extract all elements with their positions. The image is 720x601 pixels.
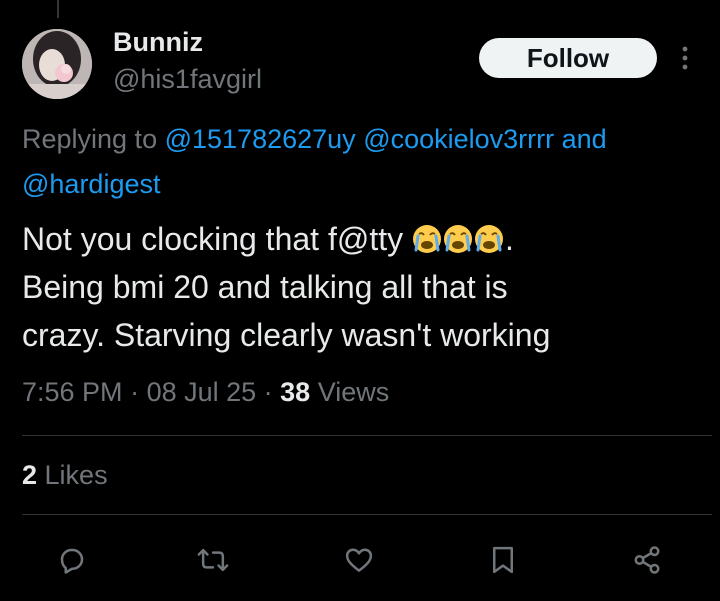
emoji-crying-icon (412, 219, 442, 253)
emoji-crying-icon (474, 219, 504, 253)
like-icon (345, 548, 373, 572)
tweet-text: Not you clocking that f@tty . Being bmi … (22, 215, 712, 359)
likes-label: Likes (37, 460, 108, 490)
share-button[interactable] (627, 540, 667, 580)
author-display-name[interactable]: Bunniz (113, 27, 203, 58)
divider (22, 514, 712, 515)
like-button[interactable] (339, 540, 379, 580)
retweet-button[interactable] (193, 540, 233, 580)
mention-link[interactable]: @151782627uy (165, 124, 356, 154)
mention-link[interactable]: @cookielov3rrrr (363, 124, 554, 154)
reply-context: Replying to @151782627uy @cookielov3rrrr… (22, 117, 712, 207)
thread-connector-line (57, 0, 59, 18)
mention-link[interactable]: @hardigest (22, 169, 160, 199)
more-options-button[interactable] (673, 42, 697, 74)
views-count: 38 (280, 377, 311, 407)
emoji-crying-icon (443, 219, 473, 253)
more-vertical-icon (682, 46, 688, 70)
tweet-text-line: Being bmi 20 and talking all that is (22, 269, 508, 305)
avatar[interactable] (22, 29, 92, 99)
author-handle[interactable]: @his1favgirl (113, 64, 262, 95)
divider (22, 435, 712, 436)
bookmark-icon (493, 546, 513, 574)
bookmark-button[interactable] (483, 540, 523, 580)
meta-separator: · (122, 377, 147, 407)
tweet-metadata: 7:56 PM · 08 Jul 25 · 38 Views (22, 377, 389, 408)
meta-separator: · (256, 377, 281, 407)
tweet-text-line: Not you clocking that f@tty (22, 221, 412, 257)
avatar-photo (22, 29, 92, 99)
tweet-time[interactable]: 7:56 PM (22, 377, 123, 407)
retweet-icon (197, 548, 229, 572)
reply-icon (60, 548, 84, 574)
likes-count: 2 (22, 460, 38, 490)
views-label: Views (310, 377, 390, 407)
likes-summary[interactable]: 2 Likes (22, 460, 108, 491)
tweet-text-line-end: . (504, 221, 514, 257)
reply-context-prefix: Replying to (22, 124, 165, 154)
tweet-date[interactable]: 08 Jul 25 (147, 377, 257, 407)
tweet-text-line: crazy. Starving clearly wasn't working (22, 317, 551, 353)
reply-context-and: and (554, 124, 607, 154)
follow-button[interactable]: Follow (479, 38, 657, 78)
share-icon (634, 546, 660, 574)
reply-button[interactable] (52, 540, 92, 580)
